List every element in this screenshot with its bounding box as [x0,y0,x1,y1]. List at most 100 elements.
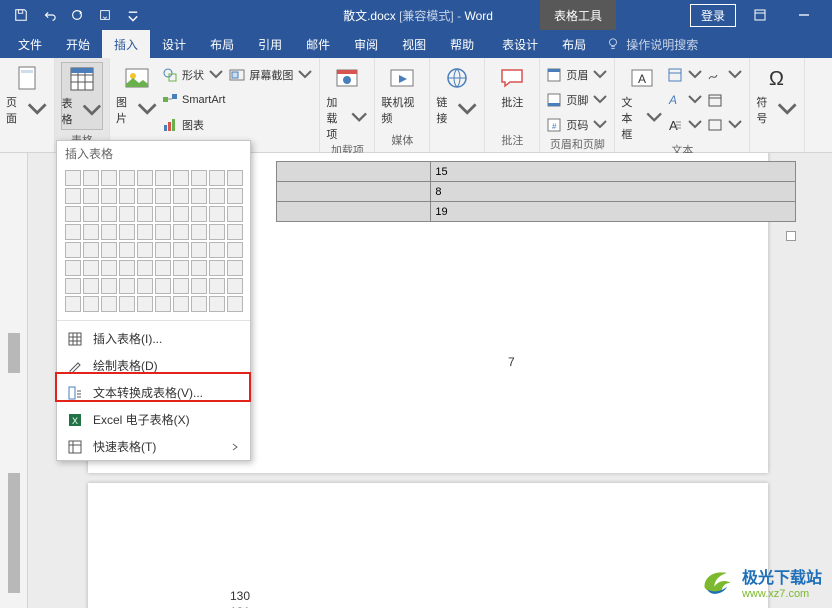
tab-help[interactable]: 帮助 [438,30,486,58]
menu-convert-text-to-table[interactable]: 文本转换成表格(V)... [57,379,250,406]
grid-cell[interactable] [191,170,207,186]
grid-cell[interactable] [119,260,135,276]
grid-cell[interactable] [101,242,117,258]
grid-cell[interactable] [209,224,225,240]
grid-cell[interactable] [155,278,171,294]
grid-cell[interactable] [209,278,225,294]
grid-cell[interactable] [137,260,153,276]
grid-cell[interactable] [191,224,207,240]
grid-cell[interactable] [101,206,117,222]
grid-cell[interactable] [65,296,81,312]
grid-cell[interactable] [191,278,207,294]
grid-cell[interactable] [227,242,243,258]
grid-cell[interactable] [227,260,243,276]
menu-quick-tables[interactable]: 快速表格(T) [57,433,250,460]
grid-cell[interactable] [119,188,135,204]
tab-design[interactable]: 设计 [150,30,198,58]
grid-cell[interactable] [155,188,171,204]
grid-cell[interactable] [173,188,189,204]
textbox-button[interactable]: A 文本框 [621,62,663,142]
grid-cell[interactable] [209,242,225,258]
grid-cell[interactable] [173,278,189,294]
menu-insert-table[interactable]: 插入表格(I)... [57,325,250,352]
grid-cell[interactable] [101,188,117,204]
dropcap-button[interactable]: A [667,114,703,136]
grid-cell[interactable] [65,206,81,222]
tab-file[interactable]: 文件 [6,30,54,58]
datetime-button[interactable] [707,89,743,111]
grid-cell[interactable] [137,278,153,294]
grid-cell[interactable] [209,260,225,276]
table-size-grid[interactable] [57,166,250,316]
grid-cell[interactable] [119,170,135,186]
login-button[interactable]: 登录 [690,4,736,27]
tab-home[interactable]: 开始 [54,30,102,58]
grid-cell[interactable] [191,296,207,312]
grid-cell[interactable] [137,170,153,186]
grid-cell[interactable] [155,260,171,276]
grid-cell[interactable] [173,296,189,312]
grid-cell[interactable] [137,224,153,240]
ribbon-display-options[interactable] [740,0,780,30]
grid-cell[interactable] [83,206,99,222]
grid-cell[interactable] [227,170,243,186]
grid-cell[interactable] [173,170,189,186]
grid-cell[interactable] [191,206,207,222]
grid-cell[interactable] [209,188,225,204]
tab-layout[interactable]: 布局 [198,30,246,58]
grid-cell[interactable] [137,242,153,258]
chart-button[interactable]: 图表 [162,114,225,136]
symbol-button[interactable]: Ω 符号 [756,62,798,126]
grid-cell[interactable] [191,260,207,276]
redo-button[interactable] [64,2,90,28]
grid-cell[interactable] [227,224,243,240]
grid-cell[interactable] [227,206,243,222]
grid-cell[interactable] [137,296,153,312]
tab-insert[interactable]: 插入 [102,30,150,58]
grid-cell[interactable] [155,296,171,312]
minimize-button[interactable] [784,0,824,30]
menu-excel-spreadsheet[interactable]: XExcel 电子表格(X) [57,406,250,433]
grid-cell[interactable] [173,224,189,240]
menu-draw-table[interactable]: 绘制表格(D) [57,352,250,379]
screenshot-button[interactable]: 屏幕截图 [229,64,313,86]
grid-cell[interactable] [65,278,81,294]
pages-button[interactable]: 页面 [6,62,48,126]
grid-cell[interactable] [209,170,225,186]
tab-references[interactable]: 引用 [246,30,294,58]
comment-button[interactable]: 批注 [491,62,533,110]
grid-cell[interactable] [137,188,153,204]
tab-view[interactable]: 视图 [390,30,438,58]
qat-dropdown[interactable] [120,2,146,28]
online-video-button[interactable]: 联机视频 [381,62,423,126]
grid-cell[interactable] [227,278,243,294]
grid-cell[interactable] [101,278,117,294]
grid-cell[interactable] [173,260,189,276]
tab-review[interactable]: 审阅 [342,30,390,58]
vertical-ruler[interactable] [0,153,28,608]
table-resize-handle[interactable] [786,231,796,241]
grid-cell[interactable] [101,296,117,312]
grid-cell[interactable] [209,296,225,312]
wordart-button[interactable]: A [667,89,703,111]
tab-table-layout[interactable]: 布局 [550,30,598,58]
grid-cell[interactable] [191,188,207,204]
grid-cell[interactable] [65,170,81,186]
table-cell[interactable]: 15 [431,162,796,182]
grid-cell[interactable] [119,242,135,258]
page-number-button[interactable]: #页码 [546,114,608,136]
document-table[interactable]: 15 8 19 [276,161,796,222]
grid-cell[interactable] [119,296,135,312]
grid-cell[interactable] [227,188,243,204]
grid-cell[interactable] [65,260,81,276]
grid-cell[interactable] [83,224,99,240]
footer-button[interactable]: 页脚 [546,89,608,111]
pictures-button[interactable]: 图片 [116,62,158,126]
links-button[interactable]: 链接 [436,62,478,126]
grid-cell[interactable] [155,224,171,240]
table-cell[interactable]: 8 [431,182,796,202]
grid-cell[interactable] [65,242,81,258]
tell-me-search[interactable]: 操作说明搜索 [606,36,698,53]
grid-cell[interactable] [119,224,135,240]
grid-cell[interactable] [83,242,99,258]
